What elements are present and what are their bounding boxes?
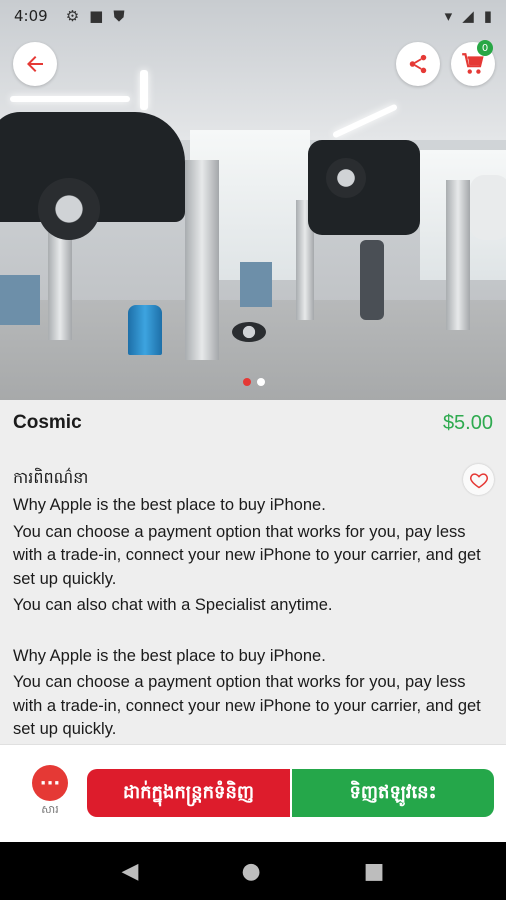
chat-label: សារ [41, 803, 59, 816]
arrow-left-icon [27, 56, 43, 72]
square-icon: ■ [89, 7, 104, 25]
heart-icon [469, 472, 488, 488]
ceiling-light [10, 96, 130, 102]
bottom-action-bar: ··· សារ ដាក់ក្នុងកន្ត្រកទំនិញ ទិញឥឡូវនេះ [0, 744, 506, 842]
cart-button[interactable]: 0 [451, 40, 495, 86]
nav-recents-icon[interactable]: ■ [364, 859, 385, 884]
lift-pillar [185, 160, 219, 360]
carousel-dot-active[interactable] [243, 378, 251, 386]
nav-home-icon[interactable]: ● [241, 859, 260, 884]
description-paragraph: Why Apple is the best place to buy iPhon… [13, 496, 326, 514]
product-price: $5.00 [442, 412, 493, 434]
spare-wheel [326, 158, 366, 198]
status-time: 4:09 [14, 7, 48, 25]
description-heading: ការពិពណ៌នា [13, 468, 89, 487]
buy-now-button[interactable]: ទិញឥឡូវនេះ [292, 769, 494, 817]
back-button[interactable] [13, 42, 57, 86]
description-paragraph: You can choose a payment option that wor… [13, 522, 481, 588]
product-name: Cosmic [13, 412, 82, 433]
description-paragraph: You can choose a payment option that wor… [13, 673, 481, 738]
tool-cabinet [0, 275, 40, 325]
shield-icon: ⛊ [113, 7, 125, 25]
carousel-indicator [243, 378, 265, 386]
system-nav-bar: ◀ ● ■ [0, 842, 506, 900]
chat-bubble-icon: ··· [32, 765, 68, 801]
share-button[interactable] [396, 42, 440, 86]
carousel-dot[interactable] [257, 378, 265, 386]
wifi-icon: ▾ [444, 7, 453, 25]
lift-pillar [446, 180, 470, 330]
battery-icon: ▮ [483, 7, 492, 25]
signal-icon: ◢ [462, 7, 474, 25]
oil-drain-tank [128, 305, 162, 355]
description-paragraph: You can also chat with a Specialist anyt… [13, 596, 333, 614]
chat-button[interactable]: ··· សារ [30, 765, 70, 819]
white-car [470, 175, 506, 240]
tool-cabinet [240, 262, 272, 307]
nav-back-icon[interactable]: ◀ [122, 859, 139, 884]
tire-on-floor [232, 322, 266, 342]
lifted-suv [308, 140, 420, 235]
ceiling-light [140, 70, 148, 110]
gear-icon: ⚙ [65, 7, 80, 25]
mechanic [360, 240, 384, 320]
status-right-icons: ▾ ◢ ▮ [445, 7, 492, 25]
product-description: Why Apple is the best place to buy iPhon… [13, 494, 493, 744]
favorite-button[interactable] [463, 464, 494, 495]
car-wheel [38, 178, 100, 240]
product-details: Cosmic $5.00 ការពិពណ៌នា Why Apple is the… [0, 400, 506, 744]
add-to-cart-button[interactable]: ដាក់ក្នុងកន្ត្រកទំនិញ [87, 769, 290, 817]
description-paragraph: Why Apple is the best place to buy iPhon… [13, 646, 326, 665]
cart-count-badge: 0 [477, 40, 493, 56]
share-icon [409, 54, 427, 74]
lift-pillar [48, 230, 72, 340]
status-bar: 4:09 ⚙ ■ ⛊ ▾ ◢ ▮ [0, 0, 506, 32]
